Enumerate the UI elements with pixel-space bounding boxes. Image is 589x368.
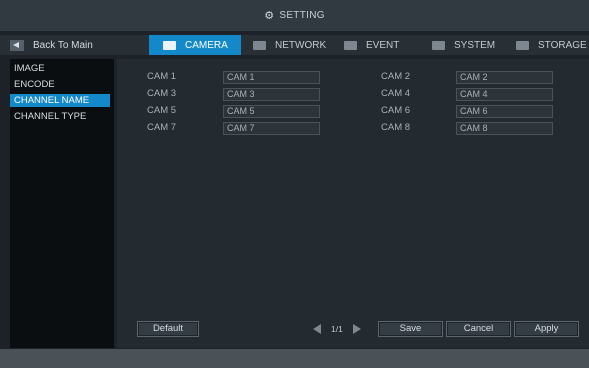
previous-page-icon[interactable] [313,324,321,334]
apply-button[interactable]: Apply [514,321,579,337]
status-bar [0,349,589,368]
page-title: SETTING [279,10,325,21]
back-to-main-button[interactable]: Back To Main [10,35,114,55]
sidebar-item-image[interactable]: IMAGE [10,62,114,75]
tab-network-label: NETWORK [275,39,327,51]
pagination: 1/1 [313,324,361,334]
save-button[interactable]: Save [378,321,443,337]
cam1-name-input[interactable]: CAM 1 [223,71,320,84]
cam1-label: CAM 1 [147,71,177,82]
cam3-name-input[interactable]: CAM 3 [223,88,320,101]
back-to-main-label: Back To Main [33,39,93,51]
tab-system[interactable]: SYSTEM [432,35,495,55]
tab-event[interactable]: EVENT [344,35,399,55]
cam5-name-input[interactable]: CAM 5 [223,105,320,118]
title-bar: ⚙ SETTING [0,0,589,31]
cam4-name-input[interactable]: CAM 4 [456,88,553,101]
cam6-name-input[interactable]: CAM 6 [456,105,553,118]
storage-icon [516,40,529,50]
tab-camera-label: CAMERA [185,39,228,51]
event-icon [344,40,357,50]
sidebar-item-channel-type[interactable]: CHANNEL TYPE [10,110,114,123]
cam5-label: CAM 5 [147,105,177,116]
sidebar-item-channel-name[interactable]: CHANNEL NAME [10,94,110,107]
cam8-name-input[interactable]: CAM 8 [456,122,553,135]
tab-storage-label: STORAGE [538,39,587,51]
tab-camera[interactable]: CAMERA [149,35,241,55]
system-icon [432,40,445,50]
cam2-name-input[interactable]: CAM 2 [456,71,553,84]
cam7-name-input[interactable]: CAM 7 [223,122,320,135]
sidebar-item-encode[interactable]: ENCODE [10,78,114,91]
default-button[interactable]: Default [137,321,199,337]
page-indicator: 1/1 [331,324,343,334]
next-page-icon[interactable] [352,324,361,334]
gear-icon: ⚙ [264,10,275,22]
cancel-button[interactable]: Cancel [446,321,511,337]
tab-storage[interactable]: STORAGE [516,35,587,55]
back-arrow-icon [10,39,24,51]
camera-icon [163,40,176,50]
cam4-label: CAM 4 [381,88,411,99]
cam3-label: CAM 3 [147,88,177,99]
cam6-label: CAM 6 [381,105,411,116]
tab-system-label: SYSTEM [454,39,496,51]
tab-event-label: EVENT [366,39,400,51]
network-icon [253,40,266,50]
sidebar: IMAGE ENCODE CHANNEL NAME CHANNEL TYPE [10,59,114,348]
tab-network[interactable]: NETWORK [253,35,326,55]
cam7-label: CAM 7 [147,122,177,133]
cam8-label: CAM 8 [381,122,411,133]
channel-name-panel: CAM 1 CAM 1 CAM 2 CAM 2 CAM 3 CAM 3 CAM … [117,59,589,348]
cam2-label: CAM 2 [381,71,411,82]
top-nav: Back To Main CAMERA NETWORK EVENT SYSTEM… [0,35,589,55]
